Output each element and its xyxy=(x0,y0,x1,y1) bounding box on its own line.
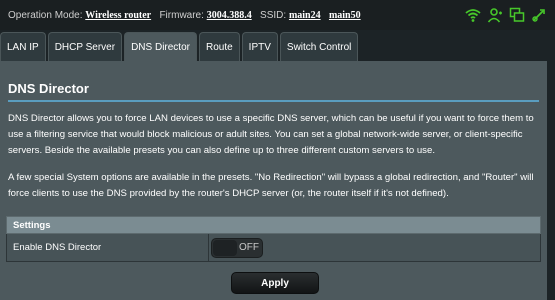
tab-switch-control[interactable]: Switch Control xyxy=(279,32,359,61)
description-paragraph-1: DNS Director allows you to force LAN dev… xyxy=(8,113,534,157)
tab-dns-director[interactable]: DNS Director xyxy=(124,32,197,61)
enable-dns-director-toggle[interactable]: OFF xyxy=(211,238,263,258)
ssid-link-1[interactable]: main24 xyxy=(289,10,321,21)
tab-route[interactable]: Route xyxy=(198,32,240,61)
operation-mode-label: Operation Mode: xyxy=(8,10,83,21)
firmware-label: Firmware: xyxy=(159,10,204,21)
ssid-label: SSID: xyxy=(260,10,287,21)
description-paragraph-2: A few special System options are availab… xyxy=(8,171,534,199)
user-icon[interactable] xyxy=(487,7,503,23)
settings-header: Settings xyxy=(6,216,541,234)
description: DNS Director allows you to force LAN dev… xyxy=(8,111,544,202)
tab-dhcp-server[interactable]: DHCP Server xyxy=(47,32,123,61)
tab-bar: LAN IP DHCP Server DNS Director Route IP… xyxy=(0,32,360,61)
ssid-link-2[interactable]: main50 xyxy=(329,10,361,21)
tab-iptv[interactable]: IPTV xyxy=(241,32,278,61)
settings-row-enable: Enable DNS Director OFF xyxy=(6,234,541,262)
toggle-knob xyxy=(213,240,237,256)
main-panel: DNS Director DNS Director allows you to … xyxy=(0,61,547,300)
tab-lan-ip[interactable]: LAN IP xyxy=(0,32,46,61)
usb-icon[interactable] xyxy=(531,7,547,23)
network-icon[interactable] xyxy=(509,7,525,23)
toggle-state-text: OFF xyxy=(239,242,259,253)
wifi-icon[interactable] xyxy=(465,7,481,23)
firmware-link[interactable]: 3004.388.4 xyxy=(207,10,252,21)
status-info: Operation Mode: Wireless router Firmware… xyxy=(8,10,361,21)
status-icons xyxy=(465,7,547,23)
page-title: DNS Director xyxy=(8,81,89,96)
operation-mode-link[interactable]: Wireless router xyxy=(85,10,151,21)
status-bar: Operation Mode: Wireless router Firmware… xyxy=(0,0,555,30)
apply-button[interactable]: Apply xyxy=(231,272,319,294)
scrollbar[interactable] xyxy=(547,61,555,300)
enable-dns-director-label: Enable DNS Director xyxy=(13,234,209,261)
title-divider xyxy=(8,100,539,102)
